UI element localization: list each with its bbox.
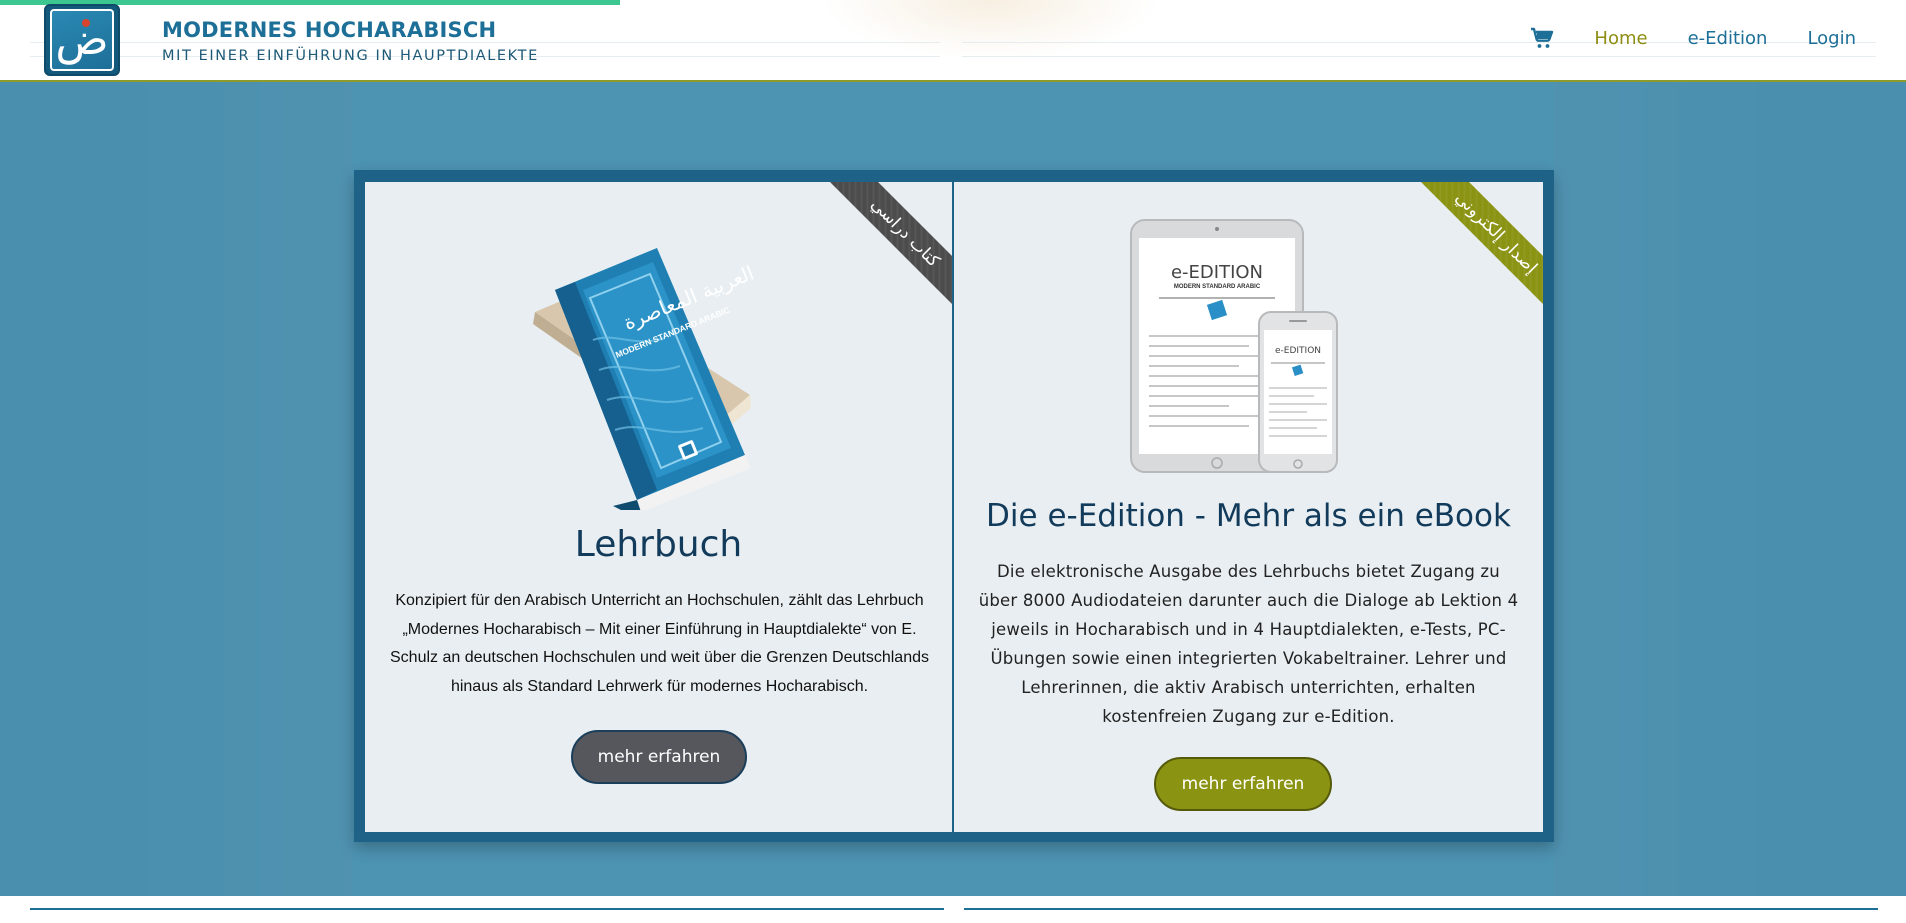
card-title-e-edition: Die e-Edition - Mehr als ein eBook (986, 498, 1511, 534)
main-nav: Home e-Edition Login (1530, 26, 1856, 50)
cards-frame: كتاب دراسي العربية المعاصرة MODERN STAND… (354, 170, 1554, 842)
learn-more-e-edition-button[interactable]: mehr erfahren (1154, 757, 1332, 811)
textbook-image: العربية المعاصرة MODERN STANDARD ARABIC (533, 248, 757, 510)
header-divider (962, 56, 1876, 57)
footer-divider (30, 908, 944, 910)
nav-e-edition[interactable]: e-Edition (1688, 28, 1768, 49)
learn-more-textbook-button[interactable]: mehr erfahren (571, 730, 747, 784)
card-textbook: كتاب دراسي العربية المعاصرة MODERN STAND… (365, 182, 954, 832)
card-description-e-edition: Die elektronische Ausgabe des Lehrbuchs … (978, 562, 1519, 726)
card-title-textbook: Lehrbuch (574, 524, 743, 565)
header-decoration (820, 0, 1160, 60)
phone-title: e-EDITION (1275, 346, 1321, 356)
background-glow (1550, 82, 1790, 896)
background-glow (112, 82, 352, 896)
logo-dot (82, 19, 90, 27)
site-header: ض MODERNES HOCHARABISCH MIT EINER EINFÜH… (0, 0, 1906, 82)
site-footer (0, 896, 1906, 923)
tablet-title: e-EDITION (1171, 262, 1263, 283)
e-edition-devices-image: e-EDITION MODERN STANDARD ARABIC e-EDITI… (1130, 219, 1338, 473)
header-divider (30, 42, 940, 43)
tablet-subtitle: MODERN STANDARD ARABIC (1174, 284, 1261, 290)
brand-title[interactable]: MODERNES HOCHARABISCH (162, 18, 496, 42)
nav-login[interactable]: Login (1807, 28, 1856, 49)
footer-divider (964, 908, 1878, 910)
card-e-edition: إصدار إلكتروني e-EDITION MODERN STANDARD… (954, 182, 1543, 832)
corner-ribbon-textbook: كتاب دراسي (818, 182, 952, 320)
brand-subtitle: MIT EINER EINFÜHRUNG IN HAUPTDIALEKTE (162, 48, 539, 64)
main-content: كتاب دراسي العربية المعاصرة MODERN STAND… (0, 82, 1906, 896)
shopping-cart-icon[interactable] (1530, 26, 1554, 50)
site-logo[interactable]: ض (44, 4, 120, 76)
nav-home[interactable]: Home (1594, 28, 1647, 49)
card-description-textbook: Konzipiert für den Arabisch Unterricht a… (390, 592, 929, 695)
corner-ribbon-e-edition: إصدار إلكتروني (1409, 182, 1543, 320)
